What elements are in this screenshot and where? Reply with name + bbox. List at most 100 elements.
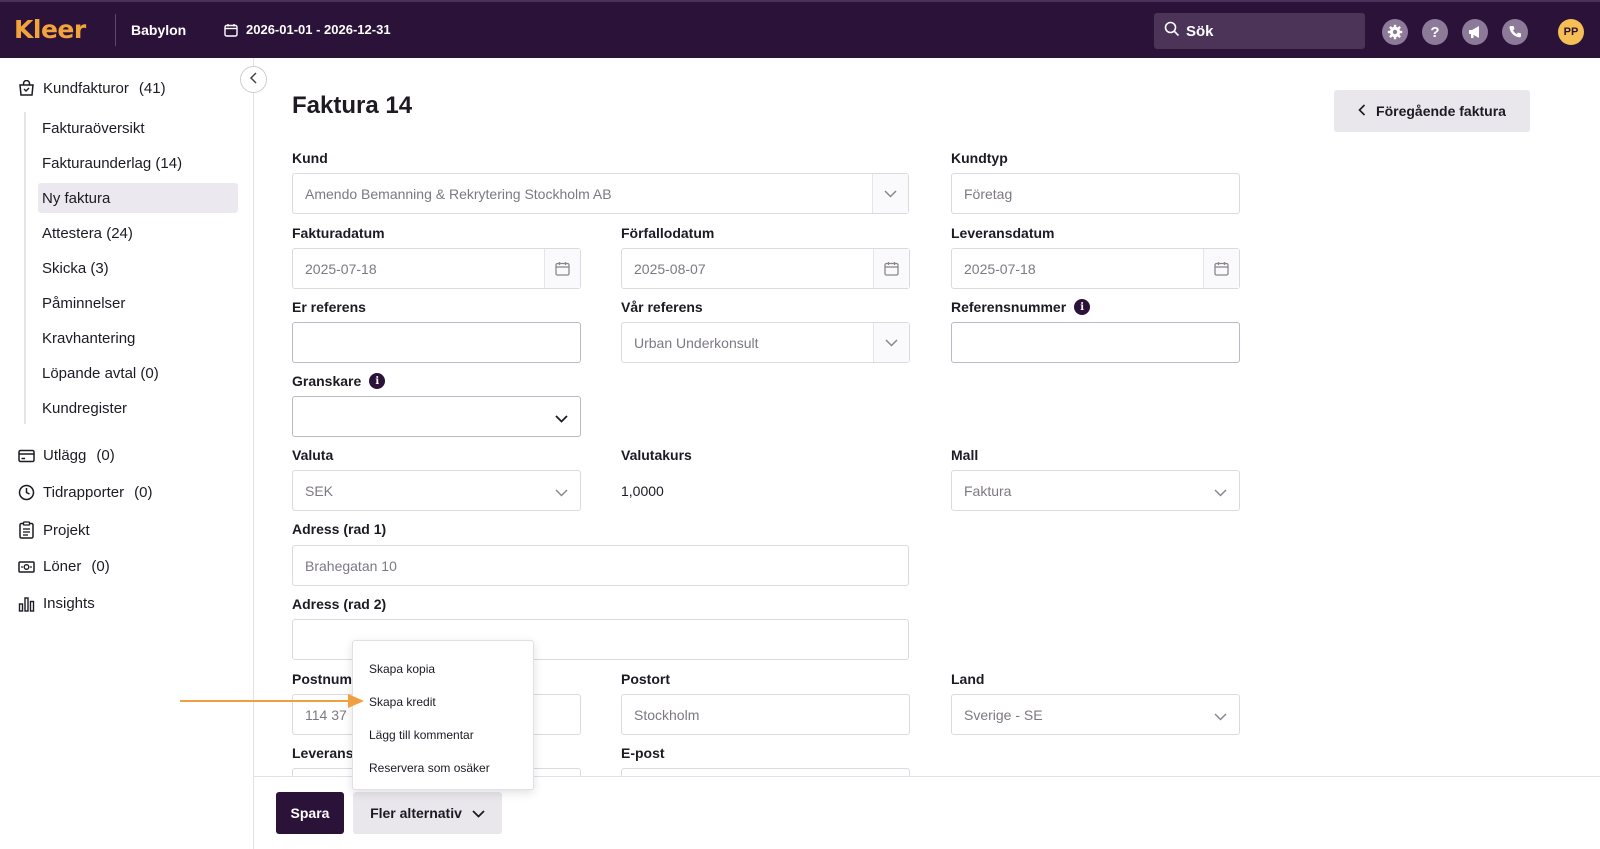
- postnummer-label: Postnumr: [292, 671, 358, 687]
- sidebar-item-loner[interactable]: Löner (0): [18, 558, 110, 575]
- kundtyp-label: Kundtyp: [951, 150, 1008, 166]
- previous-invoice-button[interactable]: Föregående faktura: [1334, 90, 1530, 132]
- er-referens-label: Er referens: [292, 299, 366, 315]
- referensnummer-label-text: Referensnummer: [951, 299, 1067, 315]
- sidebar-item-kundfakturor[interactable]: Kundfakturor (41): [18, 80, 166, 97]
- info-icon[interactable]: i: [369, 373, 386, 389]
- sidebar-item-tidrapporter[interactable]: Tidrapporter (0): [18, 484, 153, 501]
- sidebar-item-label: Löner: [43, 558, 82, 575]
- epost-input[interactable]: [621, 768, 910, 776]
- var-referens-select[interactable]: Urban Underkonsult: [621, 322, 910, 363]
- user-avatar[interactable]: PP: [1558, 19, 1584, 45]
- mall-select[interactable]: Faktura: [951, 470, 1240, 511]
- sidebar-item-count: (0): [134, 484, 153, 501]
- top-icon-group: ?: [1382, 19, 1528, 45]
- leveranssatt-label: Leveranss: [292, 745, 362, 761]
- sidebar-sub-item[interactable]: Attestera (24): [38, 218, 238, 248]
- annotation-arrow-icon: [180, 690, 366, 717]
- leveransdatum-label: Leveransdatum: [951, 225, 1055, 241]
- megaphone-icon[interactable]: [1462, 19, 1488, 45]
- land-value: Sverige - SE: [964, 706, 1043, 723]
- subnav-line: [24, 112, 26, 424]
- more-options-menu: Skapa kopia Skapa kredit Lägg till komme…: [352, 640, 534, 790]
- company-name[interactable]: Babylon: [131, 22, 186, 38]
- kund-label: Kund: [292, 150, 328, 166]
- more-options-button[interactable]: Fler alternativ: [353, 792, 502, 834]
- forfallodatum-value: 2025-08-07: [634, 260, 706, 277]
- var-referens-label: Vår referens: [621, 299, 703, 315]
- sidebar-sub-item[interactable]: Kravhantering: [38, 323, 238, 353]
- sidebar-item-label: Tidrapporter: [43, 484, 125, 501]
- sidebar-sub-item[interactable]: Fakturaunderlag (14): [38, 148, 238, 178]
- bar-chart-icon: [18, 596, 35, 612]
- menu-item-reservera-som-osaker[interactable]: Reservera som osäker: [369, 761, 490, 775]
- sidebar-sub-item-active[interactable]: Ny faktura: [38, 183, 238, 213]
- previous-invoice-label: Föregående faktura: [1376, 103, 1506, 119]
- sidebar-item-count: (41): [138, 80, 166, 97]
- sidebar-item-insights[interactable]: Insights: [18, 595, 95, 612]
- clipboard-icon: [18, 521, 35, 539]
- invoice-icon: [18, 80, 35, 97]
- collapse-sidebar-button[interactable]: [240, 66, 267, 93]
- sidebar-item-label: Projekt: [43, 521, 90, 539]
- phone-icon[interactable]: [1502, 19, 1528, 45]
- sidebar-item-label: Utlägg: [43, 447, 87, 464]
- page-title: Faktura 14: [292, 92, 413, 119]
- sidebar-item-count: (0): [96, 447, 115, 464]
- logo-text: Kleer: [14, 14, 86, 44]
- valuta-select[interactable]: SEK: [292, 470, 581, 511]
- sidebar-item-projekt[interactable]: Projekt: [18, 521, 90, 539]
- adress1-input[interactable]: Brahegatan 10: [292, 545, 909, 586]
- info-icon[interactable]: i: [1074, 299, 1091, 315]
- granskare-select[interactable]: [292, 396, 581, 437]
- sidebar-sub-item[interactable]: Fakturaöversikt: [38, 113, 238, 143]
- referensnummer-input[interactable]: [951, 322, 1240, 363]
- sidebar-sub-item[interactable]: Påminnelser: [38, 288, 238, 318]
- help-icon[interactable]: ?: [1422, 19, 1448, 45]
- kundtyp-field: Företag: [951, 173, 1240, 214]
- chevron-down-icon: [1214, 484, 1227, 500]
- sidebar-item-label: Kundfakturor: [43, 80, 129, 97]
- land-select[interactable]: Sverige - SE: [951, 694, 1240, 735]
- valuta-value: SEK: [305, 482, 334, 499]
- sidebar-sub-item[interactable]: Kundregister: [38, 393, 238, 423]
- kund-value: Amendo Bemanning & Rekrytering Stockholm…: [305, 185, 612, 202]
- card-icon: [18, 449, 35, 463]
- more-options-label: Fler alternativ: [370, 805, 462, 821]
- sidebar-sub-item[interactable]: Löpande avtal (0): [38, 358, 238, 388]
- money-icon: [18, 560, 35, 574]
- fakturadatum-value: 2025-07-18: [305, 260, 377, 277]
- leveransdatum-field[interactable]: 2025-07-18: [951, 248, 1240, 289]
- menu-item-skapa-kopia[interactable]: Skapa kopia: [369, 662, 435, 676]
- forfallodatum-field[interactable]: 2025-08-07: [621, 248, 910, 289]
- postort-input[interactable]: Stockholm: [621, 694, 910, 735]
- chevron-down-icon: [555, 484, 568, 500]
- gear-icon[interactable]: [1382, 19, 1408, 45]
- er-referens-input[interactable]: [292, 322, 581, 363]
- calendar-icon[interactable]: [873, 249, 909, 288]
- calendar-icon[interactable]: [1203, 249, 1239, 288]
- kund-select[interactable]: Amendo Bemanning & Rekrytering Stockholm…: [292, 173, 909, 214]
- sidebar-sub-item[interactable]: Skicka (3): [38, 253, 238, 283]
- search-icon: [1164, 21, 1180, 41]
- fakturadatum-field[interactable]: 2025-07-18: [292, 248, 581, 289]
- postort-label: Postort: [621, 671, 670, 687]
- chevron-left-icon: [1358, 103, 1366, 119]
- calendar-icon[interactable]: [544, 249, 580, 288]
- menu-item-skapa-kredit[interactable]: Skapa kredit: [369, 695, 436, 709]
- var-referens-value: Urban Underkonsult: [634, 334, 759, 351]
- epost-label: E-post: [621, 745, 665, 761]
- chevron-down-icon: [555, 410, 568, 426]
- search-placeholder: Sök: [1186, 22, 1214, 40]
- valuta-label: Valuta: [292, 447, 334, 463]
- referensnummer-label: Referensnummer i: [951, 299, 1091, 315]
- chevron-down-icon: [872, 174, 908, 213]
- sidebar-item-utlagg[interactable]: Utlägg (0): [18, 447, 115, 464]
- postort-value: Stockholm: [634, 706, 700, 723]
- save-button[interactable]: Spara: [276, 792, 344, 834]
- period-selector[interactable]: 2026-01-01 - 2026-12-31: [224, 22, 391, 37]
- top-divider: [115, 14, 116, 46]
- menu-item-lagg-till-kommentar[interactable]: Lägg till kommentar: [369, 728, 474, 742]
- kleer-logo[interactable]: Kleer: [14, 14, 86, 44]
- search-input[interactable]: Sök: [1154, 13, 1365, 49]
